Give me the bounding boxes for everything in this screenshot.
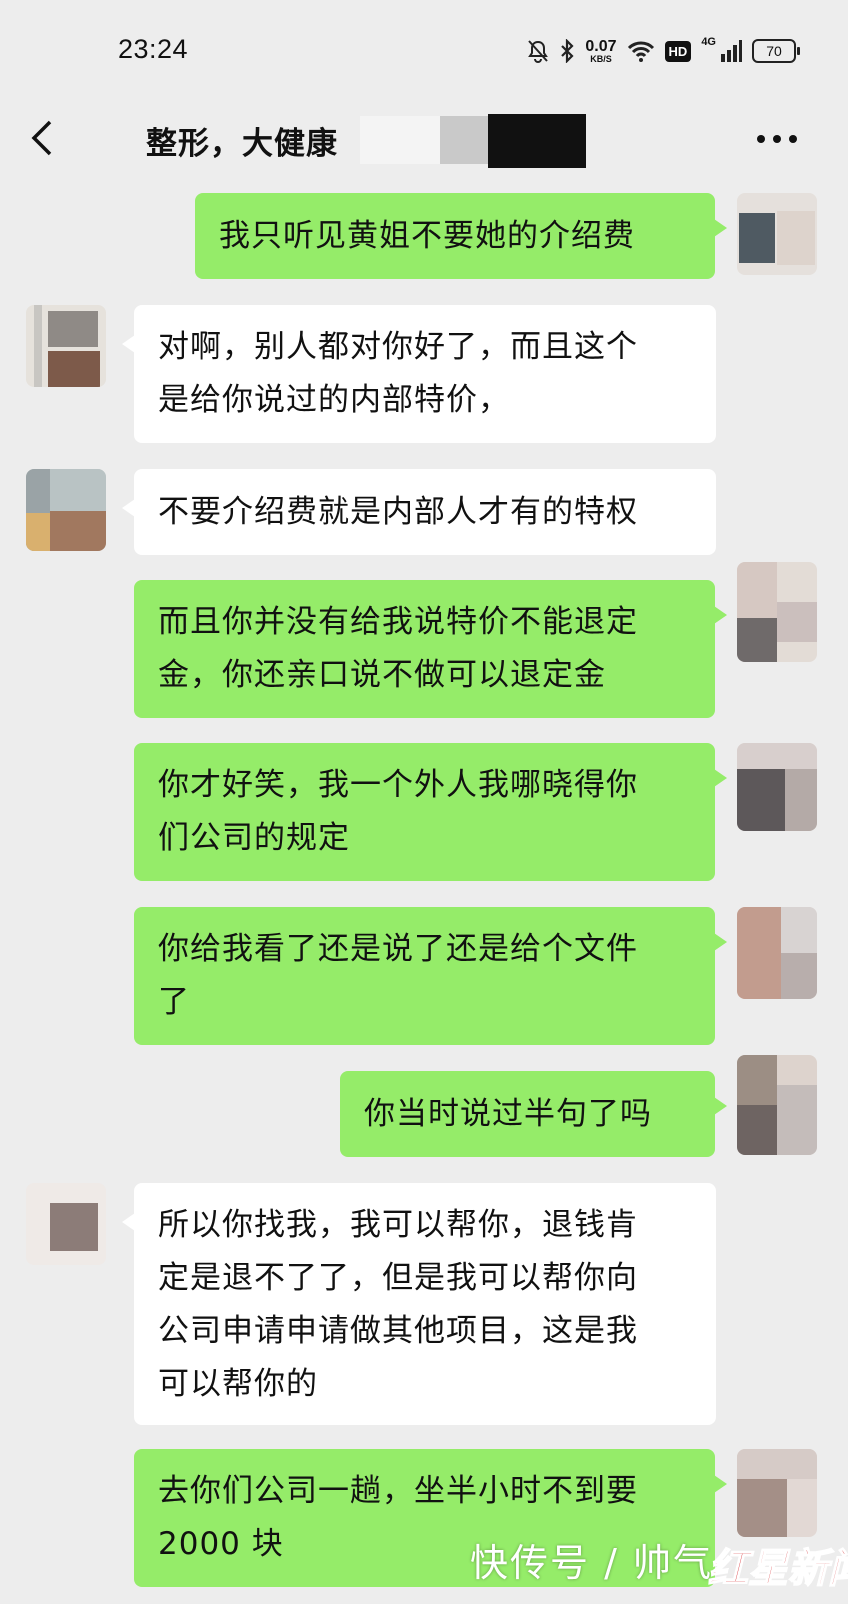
wifi-icon xyxy=(627,40,655,62)
redacted-name-blur xyxy=(360,116,442,164)
watermark-text: 快传号 / 帅气 xyxy=(470,1541,713,1585)
redacted-name-blur-2 xyxy=(440,116,488,164)
message-bubble-sent[interactable]: 你给我看了还是说了还是给个文件 了 xyxy=(134,907,727,1045)
battery-indicator: 70 xyxy=(752,39,800,63)
chat-header: 整形，大健康 xyxy=(0,104,848,176)
net-speed-value: 0.07 xyxy=(585,37,617,55)
chat-title: 整形，大健康 xyxy=(146,126,338,162)
more-dots-icon xyxy=(757,135,797,143)
net-speed-unit: KB/S xyxy=(590,53,612,64)
network-type: 4G xyxy=(701,36,716,48)
my-avatar[interactable] xyxy=(737,907,817,999)
hd-badge: HD xyxy=(664,40,692,62)
status-icons: 0.07 KB/S HD 4G 70 xyxy=(527,36,800,66)
contact-avatar[interactable] xyxy=(26,305,106,387)
message-bubble-sent[interactable]: 你当时说过半句了吗 xyxy=(340,1071,727,1157)
message-bubble-sent[interactable]: 我只听见黄姐不要她的介绍费 xyxy=(195,193,727,279)
message-bubble-received[interactable]: 所以你找我，我可以帮你，退钱肯 定是退不了了，但是我可以帮你向 公司申请申请做其… xyxy=(122,1183,716,1425)
net-speed: 0.07 KB/S xyxy=(585,37,617,64)
svg-text:红星新闻: 红星新闻 xyxy=(708,1545,848,1592)
more-options-button[interactable] xyxy=(754,124,800,154)
chevron-left-icon xyxy=(31,120,52,156)
mute-bell-icon xyxy=(527,39,549,63)
news-logo: 红星新闻 xyxy=(700,1518,848,1600)
contact-avatar[interactable] xyxy=(26,469,106,551)
my-avatar[interactable] xyxy=(737,193,817,275)
message-bubble-sent[interactable]: 你才好笑，我一个外人我哪晓得你 们公司的规定 xyxy=(134,743,727,881)
message-bubble-received[interactable]: 对啊，别人都对你好了，而且这个 是给你说过的内部特价， xyxy=(122,305,716,443)
back-button[interactable] xyxy=(28,116,68,160)
status-bar: 23:24 0.07 KB/S HD 4G 70 xyxy=(0,0,848,104)
my-avatar[interactable] xyxy=(737,1055,817,1155)
contact-avatar[interactable] xyxy=(26,1183,106,1265)
message-bubble-sent[interactable]: 而且你并没有给我说特价不能退定 金，你还亲口说不做可以退定金 xyxy=(134,580,727,718)
my-avatar[interactable] xyxy=(737,562,817,662)
my-avatar[interactable] xyxy=(737,743,817,831)
redacted-name-block xyxy=(488,114,586,168)
bluetooth-icon xyxy=(559,39,575,63)
message-bubble-received[interactable]: 不要介绍费就是内部人才有的特权 xyxy=(122,469,716,555)
status-time: 23:24 xyxy=(118,34,189,64)
signal-icon xyxy=(720,40,742,62)
